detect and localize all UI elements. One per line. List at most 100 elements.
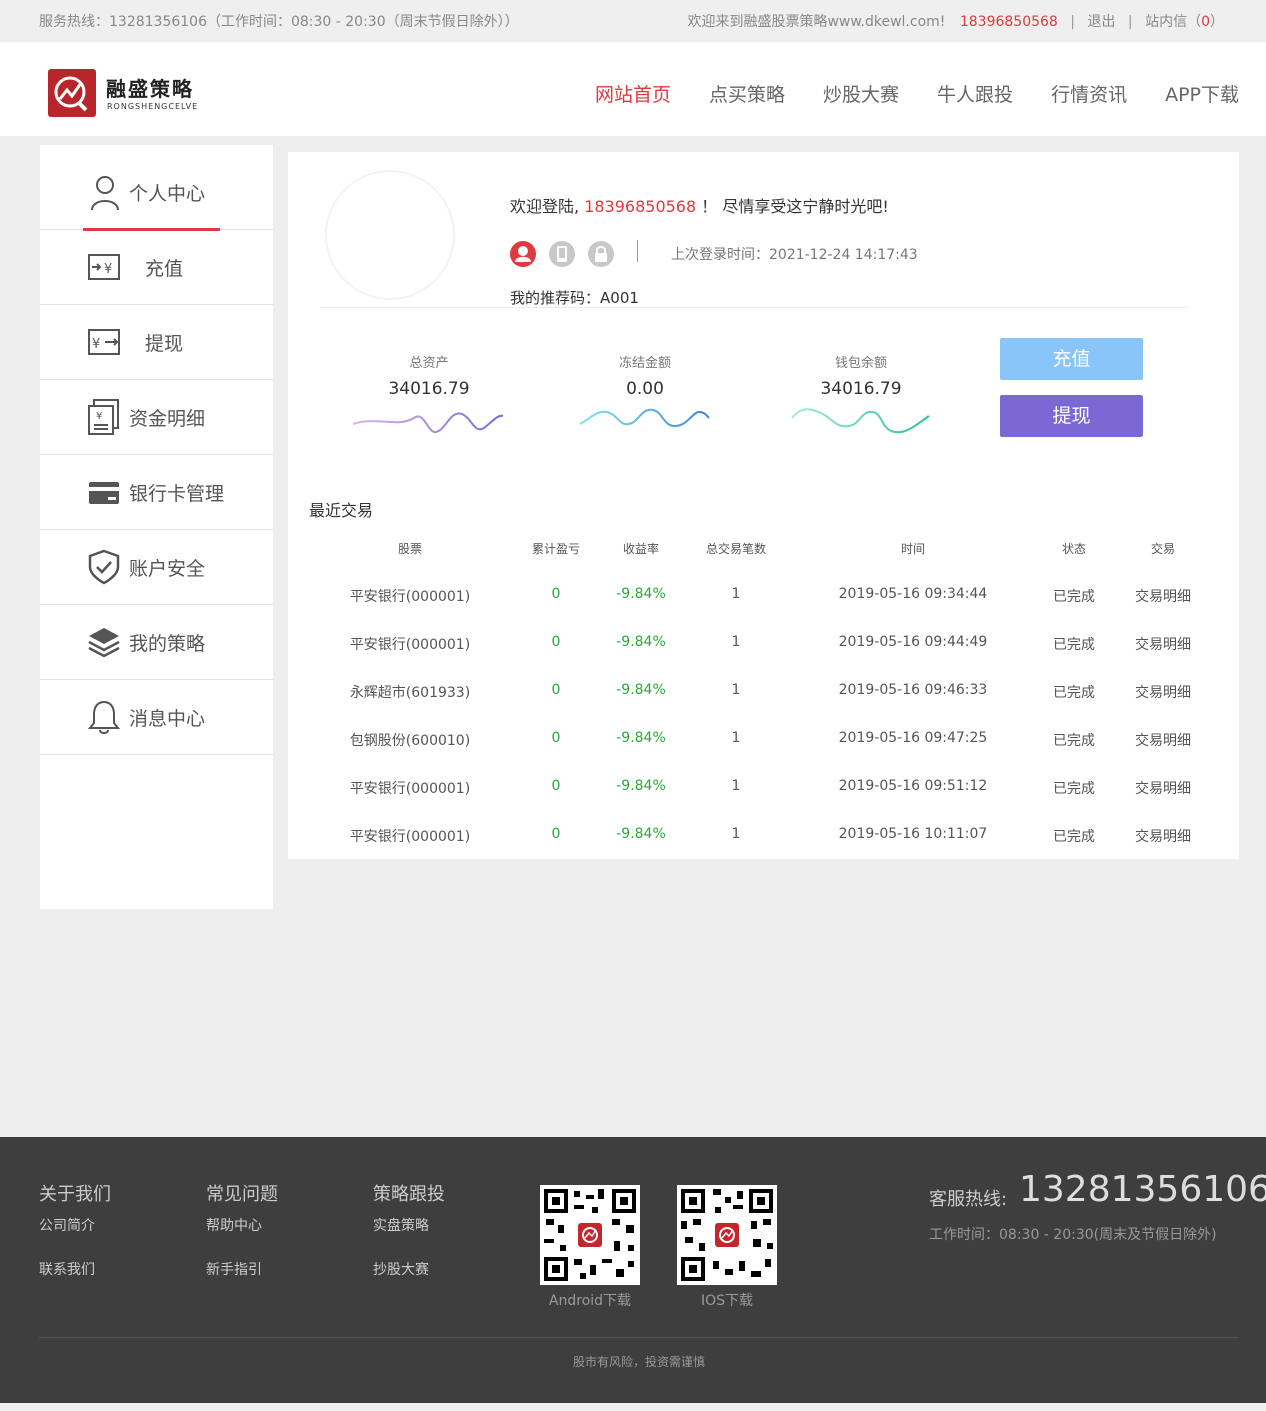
pnl-cell: 0 [551,730,561,746]
time-cell: 2019-05-16 09:51:12 [838,778,988,794]
logo[interactable]: 融盛策略 RONGSHENGCELVE [48,69,198,117]
time-cell: 2019-05-16 09:47:25 [838,730,988,746]
sidebar-item-label: 充值 [145,258,184,280]
footer-divider [39,1337,1239,1338]
messages-count: 0 [1201,14,1210,30]
user-verified-icon[interactable] [510,241,536,267]
trade-detail-link[interactable]: 交易明细 [1123,826,1203,846]
referral-code-value: A001 [600,289,639,307]
withdraw-button[interactable]: 提现 [1000,395,1143,437]
nav-item-contest[interactable]: 炒股大赛 [823,80,899,107]
stock-cell: 平安银行(000001) [349,829,471,845]
nav-item-follow[interactable]: 牛人跟投 [937,80,1013,107]
footer-link-guide[interactable]: 新手指引 [206,1259,262,1279]
sidebar-item-messages[interactable]: 消息中心 [40,680,273,755]
logout-link[interactable]: 退出 [1087,14,1115,30]
stat-value: 34016.79 [388,379,470,399]
bank-card-icon [88,474,122,510]
stat-value: 0.00 [626,379,664,399]
footer-link-contest[interactable]: 抄股大赛 [373,1259,429,1279]
footer-link-help[interactable]: 帮助中心 [206,1215,262,1235]
recharge-button[interactable]: 充值 [1000,338,1143,380]
footer-link-contact[interactable]: 联系我们 [39,1259,95,1279]
status-cell: 已完成 [1053,589,1095,605]
nav-item-home[interactable]: 网站首页 [595,80,671,107]
status-cell: 已完成 [1053,733,1095,749]
bottom-strip [0,1403,1266,1411]
trade-detail-link[interactable]: 交易明细 [1123,586,1203,606]
sidebar-item-my-strategy[interactable]: 我的策略 [40,605,273,680]
messages-close: ） [1210,14,1224,30]
yield-cell: -9.84% [616,586,666,602]
trade-detail-link[interactable]: 交易明细 [1123,730,1203,750]
user-phone-link[interactable]: 18396850568 [960,14,1058,30]
trade-detail-link[interactable]: 交易明细 [1123,634,1203,654]
nav-item-news[interactable]: 行情资讯 [1051,80,1127,107]
stock-cell: 永辉超市(601933) [349,685,471,701]
ios-download-label[interactable]: IOS下载 [677,1290,777,1310]
column-header: 收益率 [622,542,659,556]
column-header: 累计盈亏 [531,542,580,556]
welcome-prefix: 欢迎登陆, [510,197,580,216]
pnl-cell: 0 [551,682,561,698]
trade-detail-link[interactable]: 交易明细 [1123,682,1203,702]
funds-detail-icon: ¥ [88,399,122,435]
column-header: 时间 [900,542,925,556]
lock-icon[interactable] [588,241,614,267]
sidebar-item-security[interactable]: 账户安全 [40,530,273,605]
nav-item-strategy[interactable]: 点买策略 [709,80,785,107]
table-row: 平安银行(000001) 0 -9.84% 1 2019-05-16 09:34… [288,586,1239,634]
sidebar-item-funds-detail[interactable]: ¥ 资金明细 [40,380,273,455]
sidebar-item-label: 资金明细 [129,408,206,430]
pnl-cell: 0 [551,634,561,650]
sidebar-item-bank-card[interactable]: 银行卡管理 [40,455,273,530]
pnl-cell: 0 [551,826,561,842]
count-cell: 1 [731,826,741,842]
phone-icon[interactable] [549,241,575,267]
column-header: 交易 [1150,542,1175,556]
separator: | [1127,14,1133,30]
stat-label: 总资产 [409,356,449,371]
wave-decoration-blue [579,408,710,428]
welcome-text: 欢迎来到融盛股票策略www.dkewl.com! [687,14,946,30]
sidebar-item-personal-center[interactable]: 个人中心 [40,155,273,231]
status-cell: 已完成 [1053,781,1095,797]
logo-mark-icon [48,69,96,117]
nav-item-app[interactable]: APP下载 [1165,80,1239,107]
avatar[interactable] [325,170,455,300]
stat-frozen: 冻结金额 0.00 [565,352,725,399]
shield-icon [88,549,122,585]
android-download-label[interactable]: Android下载 [540,1290,640,1310]
stat-wallet: 钱包余额 34016.79 [781,352,941,399]
bell-icon [87,699,122,735]
footer-link-live-strategy[interactable]: 实盘策略 [373,1215,429,1235]
user-icon [88,174,122,211]
table-row: 平安银行(000001) 0 -9.84% 1 2019-05-16 10:11… [288,826,1239,874]
recharge-icon: ¥ [88,249,122,285]
sidebar-item-withdraw[interactable]: ¥ 提现 [40,305,273,380]
withdraw-icon: ¥ [88,324,122,360]
yield-cell: -9.84% [616,826,666,842]
count-cell: 1 [731,682,741,698]
ios-qr-code-icon [677,1185,777,1285]
hotline-label: 客服热线: [929,1189,1008,1210]
sidebar-item-label: 提现 [145,333,184,355]
sidebar-item-label: 账户安全 [129,558,206,580]
column-header: 总交易笔数 [705,542,766,556]
wave-decoration-green [791,408,930,434]
sidebar-item-label: 消息中心 [129,708,206,730]
last-login-label: 上次登录时间： [671,247,769,263]
trade-detail-link[interactable]: 交易明细 [1123,778,1203,798]
wave-decoration-purple [352,412,504,433]
count-cell: 1 [731,730,741,746]
sidebar-item-recharge[interactable]: ¥ 充值 [40,230,273,305]
status-cell: 已完成 [1053,685,1095,701]
svg-text:¥: ¥ [104,262,112,277]
footer-about-title: 关于我们 [39,1184,111,1205]
referral-code-label: 我的推荐码： [510,289,601,307]
table-row: 平安银行(000001) 0 -9.84% 1 2019-05-16 09:51… [288,778,1239,826]
time-cell: 2019-05-16 09:44:49 [838,634,988,650]
time-cell: 2019-05-16 10:11:07 [838,826,988,842]
messages-link[interactable]: 站内信（0） [1145,14,1224,30]
footer-link-company[interactable]: 公司简介 [39,1215,95,1235]
